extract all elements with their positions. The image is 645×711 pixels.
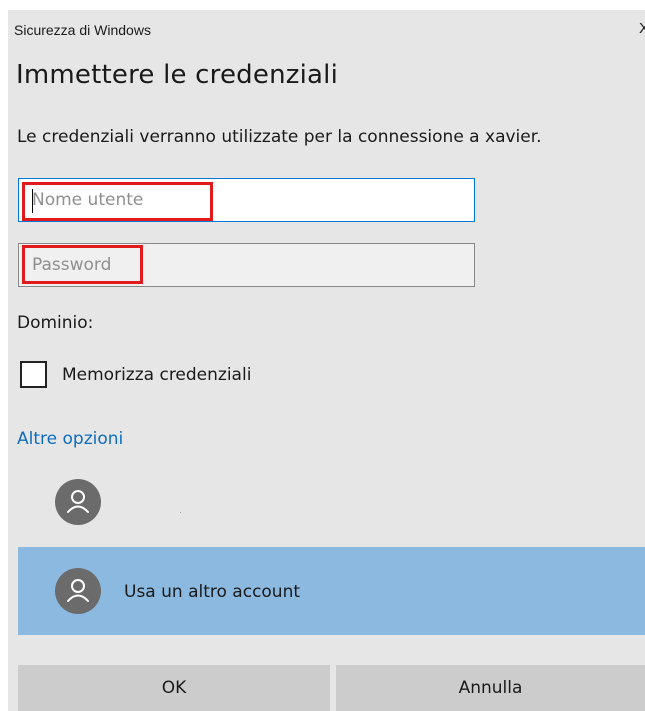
domain-label: Dominio: — [17, 313, 94, 333]
user-icon — [55, 479, 101, 525]
close-icon[interactable]: X — [639, 20, 645, 37]
account-option-saved-user[interactable] — [18, 458, 645, 546]
account-option-label: Usa un altro account — [124, 582, 301, 602]
dialog-description: Le credenziali verranno utilizzate per l… — [17, 127, 542, 147]
window-title: Sicurezza di Windows — [14, 22, 151, 38]
dialog-heading: Immettere le credenziali — [16, 60, 339, 90]
cancel-button[interactable]: Annulla — [336, 665, 645, 711]
remember-credentials-checkbox[interactable] — [20, 361, 47, 388]
ok-button[interactable]: OK — [18, 665, 330, 711]
credential-dialog: Sicurezza di Windows X Immettere le cred… — [0, 0, 645, 711]
password-field-container — [18, 243, 475, 287]
username-input[interactable] — [19, 179, 474, 221]
remember-credentials-label[interactable]: Memorizza credenziali — [62, 365, 251, 385]
more-options-link[interactable]: Altre opzioni — [17, 429, 123, 449]
decorative-dot — [180, 512, 181, 513]
account-option-other-account[interactable]: Usa un altro account — [18, 547, 645, 635]
password-input[interactable] — [19, 244, 474, 286]
username-field-container — [18, 178, 475, 222]
text-caret — [32, 189, 33, 213]
user-icon — [55, 568, 101, 614]
